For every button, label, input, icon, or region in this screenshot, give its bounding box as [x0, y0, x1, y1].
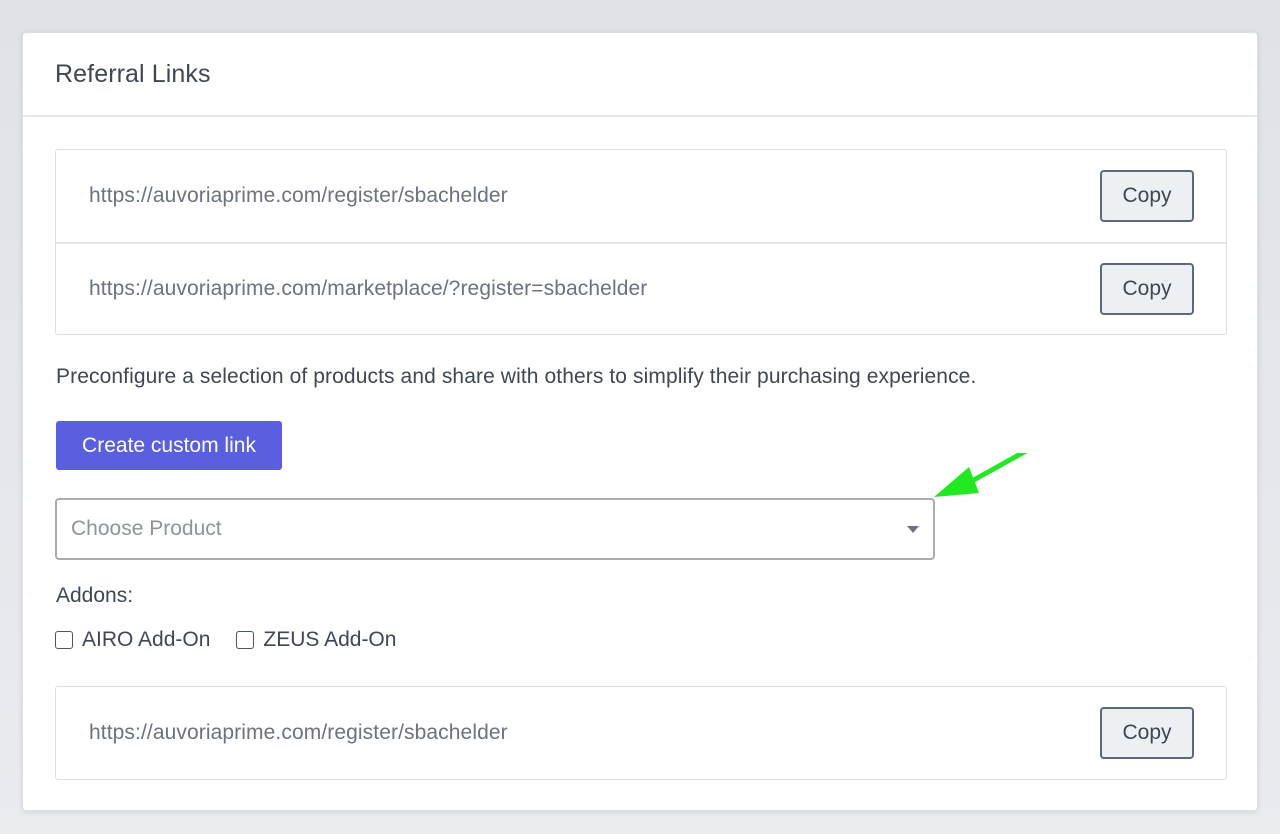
addon-label: AIRO Add-On	[82, 628, 211, 651]
addons-label: Addons:	[56, 584, 134, 607]
copy-button[interactable]: Copy	[1100, 707, 1194, 759]
choose-product-select[interactable]: Choose Product	[55, 498, 935, 560]
addon-zeus-option[interactable]: ZEUS Add-On	[236, 628, 396, 652]
addon-airo-option[interactable]: AIRO Add-On	[55, 628, 210, 652]
select-placeholder: Choose Product	[71, 517, 222, 540]
referral-link-row: https://auvoriaprime.com/marketplace/?re…	[56, 242, 1226, 334]
arrow-head	[934, 467, 979, 497]
generated-link-url[interactable]: https://auvoriaprime.com/register/sbache…	[89, 721, 508, 745]
copy-button[interactable]: Copy	[1100, 263, 1194, 315]
generated-link-row: https://auvoriaprime.com/register/sbache…	[56, 687, 1226, 779]
addons-checkboxes: AIRO Add-On ZEUS Add-On	[55, 628, 422, 652]
airo-addon-checkbox[interactable]	[55, 631, 73, 649]
generated-link-box: https://auvoriaprime.com/register/sbache…	[55, 686, 1227, 780]
arrow-shaft	[960, 453, 1028, 489]
green-arrow-annotation	[934, 453, 1028, 497]
page: Referral Links https://auvoriaprime.com/…	[0, 0, 1280, 834]
addon-label: ZEUS Add-On	[263, 628, 397, 651]
custom-link-description: Preconfigure a selection of products and…	[56, 365, 977, 388]
referral-links-card: Referral Links https://auvoriaprime.com/…	[22, 32, 1258, 811]
referral-link-url[interactable]: https://auvoriaprime.com/register/sbache…	[89, 184, 508, 208]
referral-link-row: https://auvoriaprime.com/register/sbache…	[56, 150, 1226, 242]
card-title: Referral Links	[55, 59, 211, 88]
card-header: Referral Links	[23, 33, 1257, 117]
zeus-addon-checkbox[interactable]	[236, 631, 255, 649]
copy-button[interactable]: Copy	[1100, 170, 1194, 222]
caret-down-icon	[907, 525, 919, 533]
referral-link-url[interactable]: https://auvoriaprime.com/marketplace/?re…	[89, 277, 647, 301]
referral-links-list: https://auvoriaprime.com/register/sbache…	[55, 149, 1227, 335]
create-custom-link-button[interactable]: Create custom link	[56, 421, 282, 470]
